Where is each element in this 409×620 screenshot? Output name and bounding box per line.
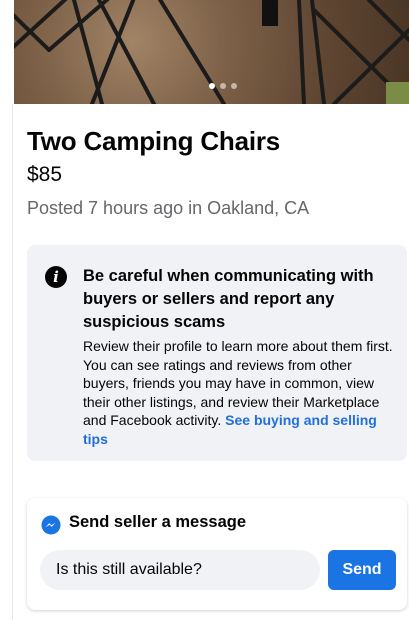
send-button[interactable]: Send	[328, 550, 396, 590]
messenger-icon	[41, 515, 61, 535]
safety-heading: Be careful when communicating with buyer…	[83, 267, 374, 331]
listing-title: Two Camping Chairs	[27, 126, 281, 156]
send-message-card: Send seller a message Send	[27, 498, 407, 610]
safety-notice: i Be careful when communicating with buy…	[27, 245, 407, 461]
listing-price: $85	[27, 163, 63, 186]
info-icon: i	[45, 266, 67, 288]
photo-dot[interactable]	[220, 83, 226, 89]
divider	[12, 104, 13, 620]
send-message-title: Send seller a message	[69, 513, 247, 531]
listing-photo[interactable]	[14, 0, 409, 104]
photo-dot[interactable]	[209, 83, 215, 89]
safety-body: Review their profile to learn more about…	[83, 337, 399, 448]
listing-posted-info: Posted 7 hours ago in Oakland, CA	[27, 198, 310, 218]
message-input[interactable]	[40, 550, 320, 590]
photo-dot[interactable]	[231, 83, 237, 89]
photo-pagination	[209, 83, 237, 89]
marketplace-listing-page: Two Camping Chairs $85 Posted 7 hours ag…	[0, 0, 409, 620]
